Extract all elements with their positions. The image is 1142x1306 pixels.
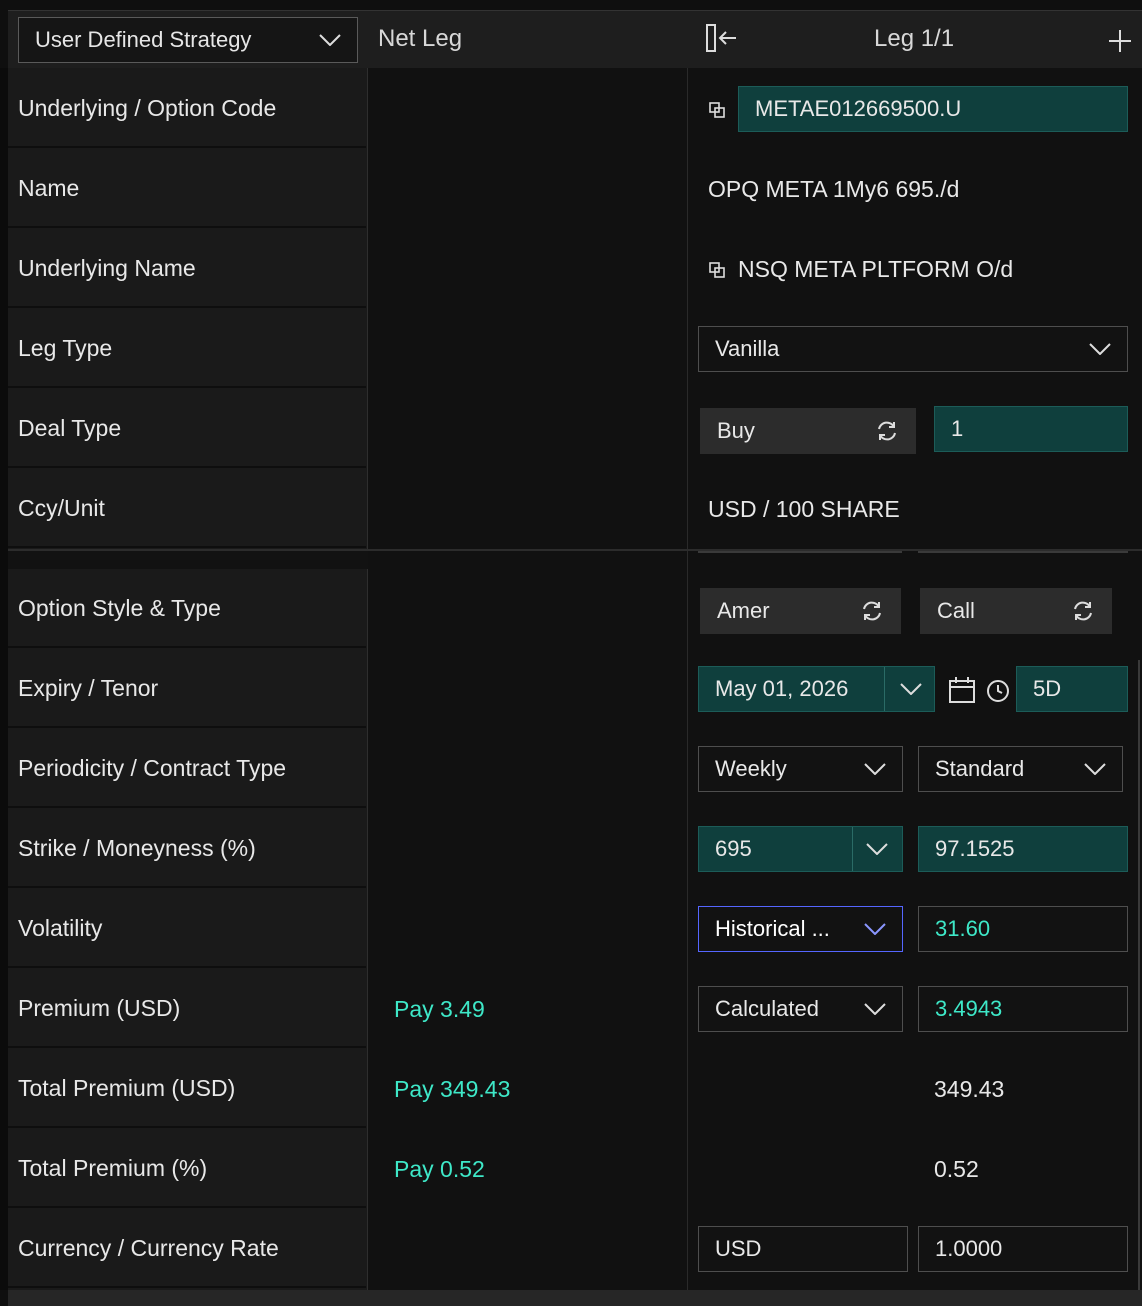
currency-rate-input[interactable]: 1.0000 (918, 1226, 1128, 1272)
premium-mode-value: Calculated (715, 996, 819, 1021)
option-code-input[interactable]: METAE012669500.U (738, 86, 1128, 132)
moneyness-value: 97.1525 (935, 836, 1015, 861)
chevron-down-icon[interactable] (866, 843, 888, 855)
chevron-down-icon[interactable] (900, 683, 922, 695)
chevron-down-icon (864, 923, 886, 935)
chevron-down-icon (1089, 343, 1111, 355)
leg-title: Leg 1/1 (874, 25, 955, 52)
tenor-value: 5D (1033, 676, 1062, 701)
label-underlying-option-code: Underlying / Option Code (8, 70, 366, 148)
contract-type-value: Standard (935, 756, 1025, 781)
label-column: Underlying / Option Code Name Underlying… (8, 68, 368, 1290)
clock-icon[interactable] (986, 679, 1010, 703)
periodicity-select[interactable]: Weekly (698, 746, 903, 792)
strike-input[interactable]: 695 (698, 826, 903, 872)
currency-rate-value: 1.0000 (935, 1236, 1003, 1261)
collapse-panel-icon[interactable] (704, 23, 740, 53)
expiry-value: May 01, 2026 (715, 676, 849, 701)
link-icon[interactable] (709, 102, 725, 118)
leg-type-select[interactable]: Vanilla (698, 326, 1128, 372)
label-volatility: Volatility (8, 890, 366, 968)
deal-side-value: Buy (717, 418, 755, 443)
label-ccy-unit: Ccy/Unit (8, 470, 366, 548)
calendar-icon[interactable] (948, 676, 976, 704)
section-gap (8, 551, 368, 569)
label-option-style-type: Option Style & Type (8, 570, 366, 648)
total-premium-usd-value: 349.43 (934, 1076, 1005, 1102)
expiry-date-input[interactable]: May 01, 2026 (698, 666, 935, 712)
label-premium: Premium (USD) (8, 970, 366, 1048)
chevron-down-icon (319, 34, 341, 46)
volatility-source-select[interactable]: Historical ... (698, 906, 903, 952)
scrollbar-track[interactable] (1138, 660, 1140, 1290)
bottom-scrollbar[interactable] (8, 1290, 1142, 1306)
label-total-premium-usd: Total Premium (USD) (8, 1050, 366, 1128)
leg-name-value: OPQ META 1My6 695./d (708, 176, 960, 202)
section-underline (698, 551, 902, 553)
swap-icon (878, 421, 896, 441)
net-premium-value: Pay 3.49 (394, 996, 485, 1022)
net-total-premium-usd-value: Pay 349.43 (394, 1076, 511, 1102)
label-total-premium-pct: Total Premium (%) (8, 1130, 366, 1208)
label-name: Name (8, 150, 366, 228)
currency-value: USD (715, 1236, 762, 1261)
strategy-select-value: User Defined Strategy (35, 27, 252, 52)
label-leg-type: Leg Type (8, 310, 366, 388)
label-expiry-tenor: Expiry / Tenor (8, 650, 366, 728)
label-deal-type: Deal Type (8, 390, 366, 468)
field-divider (852, 827, 853, 871)
quantity-value: 1 (951, 416, 964, 441)
add-leg-icon[interactable] (1108, 29, 1132, 53)
volatility-value: 31.60 (935, 916, 991, 941)
volatility-input[interactable]: 31.60 (918, 906, 1128, 952)
premium-mode-select[interactable]: Calculated (698, 986, 903, 1032)
premium-input[interactable]: 3.4943 (918, 986, 1128, 1032)
premium-value: 3.4943 (935, 996, 1003, 1021)
deal-side-toggle[interactable]: Buy (700, 408, 916, 454)
swap-icon (863, 601, 881, 621)
leg-type-value: Vanilla (715, 336, 780, 361)
tenor-input[interactable]: 5D (1016, 666, 1128, 712)
option-style-toggle[interactable]: Amer (700, 588, 901, 634)
option-style-value: Amer (717, 598, 770, 623)
label-underlying-name: Underlying Name (8, 230, 366, 308)
currency-input[interactable]: USD (698, 1226, 908, 1272)
swap-icon (1074, 601, 1092, 621)
total-premium-pct-value: 0.52 (934, 1156, 979, 1182)
strategy-select[interactable]: User Defined Strategy (18, 17, 358, 63)
option-code-value: METAE012669500.U (755, 96, 962, 121)
periodicity-value: Weekly (715, 756, 787, 781)
section-underline (918, 551, 1128, 553)
link-icon[interactable] (709, 262, 725, 278)
moneyness-input[interactable]: 97.1525 (918, 826, 1128, 872)
option-type-toggle[interactable]: Call (920, 588, 1112, 634)
chevron-down-icon (1084, 763, 1106, 775)
label-strike-moneyness: Strike / Moneyness (%) (8, 810, 366, 888)
label-periodicity-contract-type: Periodicity / Contract Type (8, 730, 366, 808)
field-divider (884, 667, 885, 711)
top-bar: User Defined Strategy Net Leg Leg 1/1 (8, 10, 1142, 68)
strike-value: 695 (715, 836, 752, 861)
contract-type-select[interactable]: Standard (918, 746, 1123, 792)
chevron-down-icon (864, 1003, 886, 1015)
label-currency-rate: Currency / Currency Rate (8, 1210, 366, 1288)
net-leg-column (368, 68, 688, 1290)
left-edge-strip (0, 68, 8, 1290)
net-total-premium-pct-value: Pay 0.52 (394, 1156, 485, 1182)
ccy-unit-value: USD / 100 SHARE (708, 496, 900, 522)
underlying-name-value[interactable]: NSQ META PLTFORM O/d (738, 256, 1013, 283)
volatility-source-value: Historical ... (715, 916, 830, 941)
net-leg-title: Net Leg (378, 25, 463, 52)
quantity-input[interactable]: 1 (934, 406, 1128, 452)
chevron-down-icon (864, 763, 886, 775)
option-type-value: Call (937, 598, 975, 623)
